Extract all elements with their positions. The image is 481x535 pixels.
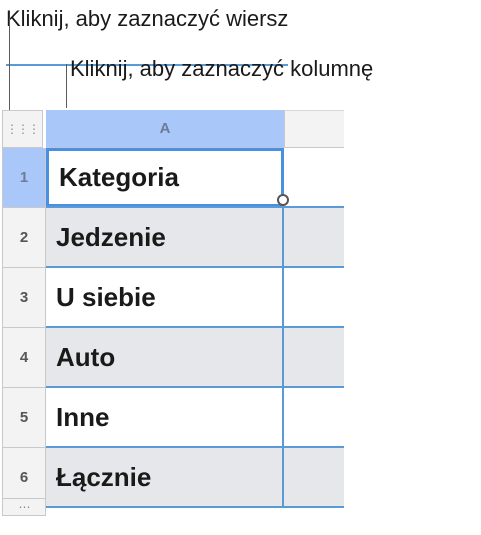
table-row: Łącznie (46, 448, 344, 508)
table-row: U siebie (46, 268, 344, 328)
cell-b6[interactable] (284, 448, 344, 506)
row-header-4[interactable]: 4 (2, 328, 46, 388)
table-row: Jedzenie (46, 208, 344, 268)
column-header-a[interactable]: A (46, 110, 284, 148)
cell-a4[interactable]: Auto (46, 328, 284, 386)
table-row: Inne (46, 388, 344, 448)
selection-handle[interactable] (277, 194, 289, 206)
cell-b4[interactable] (284, 328, 344, 386)
table-row: Kategoria (46, 148, 344, 208)
cell-a2[interactable]: Jedzenie (46, 208, 284, 266)
cell-b5[interactable] (284, 388, 344, 446)
select-column-callout: Kliknij, aby zaznaczyć kolumnę (70, 56, 374, 81)
row-header-2[interactable]: 2 (2, 208, 46, 268)
grip-dots-icon: ⋯ (18, 500, 31, 514)
select-table-button[interactable]: ⋮⋮⋮ (2, 110, 43, 148)
row-header-5[interactable]: 5 (2, 388, 46, 448)
row-header-list: 1 2 3 4 5 6 (2, 148, 46, 508)
row-header-3[interactable]: 3 (2, 268, 46, 328)
cell-a3[interactable]: U siebie (46, 268, 284, 326)
cell-b1[interactable] (284, 148, 344, 206)
cell-b2[interactable] (284, 208, 344, 266)
table-row: Auto (46, 328, 344, 388)
column-header-b[interactable] (285, 110, 344, 148)
grip-dots-icon: ⋮⋮⋮ (6, 122, 40, 136)
cell-a5[interactable]: Inne (46, 388, 284, 446)
cell-a1[interactable]: Kategoria (46, 148, 284, 206)
table-body: Kategoria Jedzenie U siebie Auto Inne Łą… (46, 148, 344, 508)
row-header-1[interactable]: 1 (2, 148, 46, 208)
add-rows-handle[interactable]: ⋯ (2, 498, 46, 516)
spreadsheet-table: ⋮⋮⋮ A 1 2 3 4 5 6 Kategoria Jedzenie U s… (0, 108, 344, 518)
cell-b3[interactable] (284, 268, 344, 326)
cell-a6[interactable]: Łącznie (46, 448, 284, 506)
select-column-leader-line (66, 64, 67, 108)
